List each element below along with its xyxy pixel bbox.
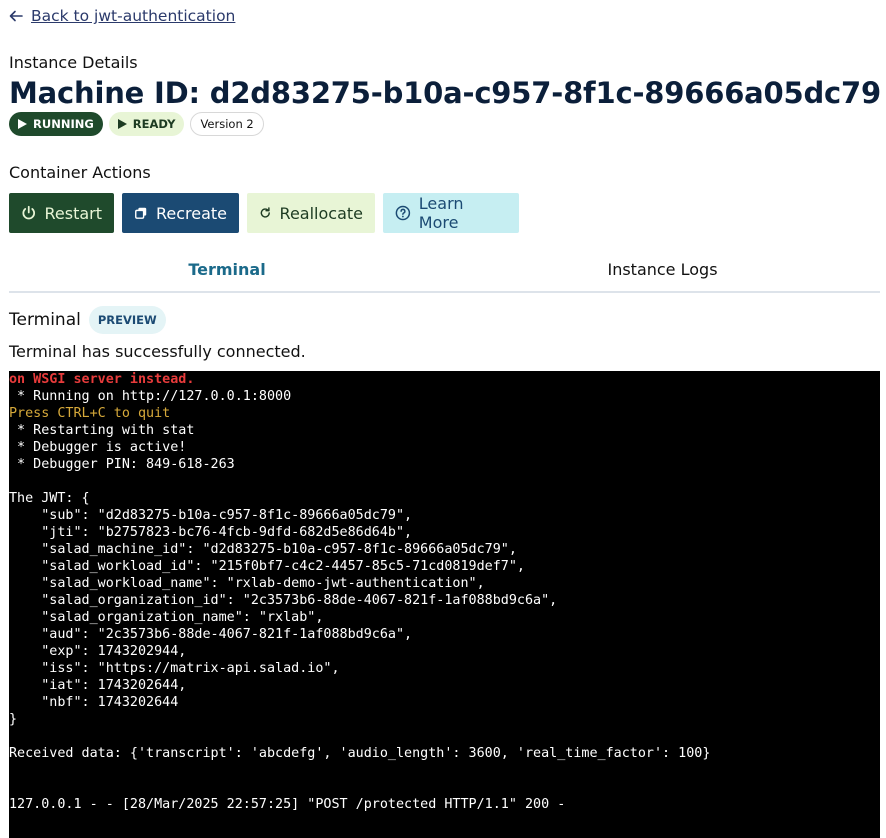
tab-terminal[interactable]: Terminal [9, 250, 445, 289]
ready-badge-label: READY [132, 117, 176, 131]
back-link[interactable]: Back to jwt-authentication [9, 6, 235, 26]
terminal-header: Terminal PREVIEW [9, 306, 166, 334]
terminal-text: on WSGI server instead. * Running on htt… [9, 371, 880, 813]
terminal-line: "iss": "https://matrix-api.salad.io", [9, 661, 340, 676]
running-badge-label: RUNNING [33, 117, 94, 131]
terminal-line: "salad_workload_name": "rxlab-demo-jwt-a… [9, 576, 485, 591]
power-icon [22, 205, 35, 220]
terminal-line: } [9, 712, 18, 727]
terminal-line: "iat": 1743202644, [9, 678, 187, 693]
version-badge-label: Version 2 [200, 117, 254, 131]
terminal-line: "salad_machine_id": "d2d83275-b10a-c957-… [9, 542, 517, 557]
copy-icon [135, 207, 147, 219]
refresh-icon [260, 207, 270, 218]
restart-button[interactable]: Restart [9, 193, 114, 233]
preview-badge: PREVIEW [88, 306, 166, 334]
back-link-label[interactable]: Back to jwt-authentication [31, 7, 235, 25]
running-badge: RUNNING [9, 112, 103, 136]
help-circle-icon [395, 205, 411, 221]
instance-details-label: Instance Details [9, 53, 138, 72]
ready-badge: READY [108, 112, 185, 136]
reallocate-button-label[interactable]: Reallocate [280, 204, 363, 223]
terminal-line: "salad_organization_name": "rxlab", [9, 610, 324, 625]
terminal-line: "nbf": 1743202644 [9, 695, 179, 710]
terminal-line: * Running on http://127.0.0.1:8000 [9, 389, 292, 404]
learn-more-button-label[interactable]: Learn More [419, 194, 507, 232]
terminal-line: "jti": "b2757823-bc76-4fcb-9dfd-682d5e86… [9, 525, 413, 540]
terminal-line: Press CTRL+C to quit [9, 406, 171, 421]
terminal-line: "salad_workload_id": "215f0bf7-c4c2-4457… [9, 559, 525, 574]
terminal-line: Received data: {'transcript': 'abcdefg',… [9, 746, 711, 761]
play-icon [117, 119, 127, 129]
terminal-line: on WSGI server instead. [9, 372, 195, 387]
play-icon [18, 119, 27, 129]
terminal-line: 127.0.0.1 - - [28/Mar/2025 22:57:25] "PO… [9, 797, 566, 812]
terminal-line: * Debugger is active! [9, 440, 187, 455]
version-badge: Version 2 [190, 112, 264, 136]
container-actions: Restart Recreate Reallocate Learn More [9, 193, 519, 233]
recreate-button[interactable]: Recreate [122, 193, 239, 233]
terminal-line: * Restarting with stat [9, 423, 195, 438]
restart-button-label[interactable]: Restart [44, 204, 102, 223]
terminal-line: "aud": "2c3573b6-88de-4067-821f-1af088bd… [9, 627, 413, 642]
tab-instance-logs[interactable]: Instance Logs [445, 250, 880, 289]
terminal-line: The JWT: { [9, 491, 90, 506]
reallocate-button[interactable]: Reallocate [247, 193, 375, 233]
terminal-line: * Debugger PIN: 849-618-263 [9, 457, 235, 472]
terminal-line: "salad_organization_id": "2c3573b6-88de-… [9, 593, 558, 608]
status-badges: RUNNING READY Version 2 [9, 112, 264, 136]
terminal-line: "sub": "d2d83275-b10a-c957-8f1c-89666a05… [9, 508, 413, 523]
recreate-button-label[interactable]: Recreate [156, 204, 227, 223]
arrow-left-icon [9, 10, 23, 22]
learn-more-button[interactable]: Learn More [383, 193, 519, 233]
terminal-line: "exp": 1743202944, [9, 644, 187, 659]
page-title: Machine ID: d2d83275-b10a-c957-8f1c-8966… [9, 76, 881, 110]
terminal-title: Terminal [9, 310, 81, 330]
tab-bar: Terminal Instance Logs [9, 250, 880, 293]
terminal-output[interactable]: on WSGI server instead. * Running on htt… [9, 371, 880, 838]
container-actions-heading: Container Actions [9, 163, 151, 182]
terminal-status: Terminal has successfully connected. [9, 342, 306, 361]
